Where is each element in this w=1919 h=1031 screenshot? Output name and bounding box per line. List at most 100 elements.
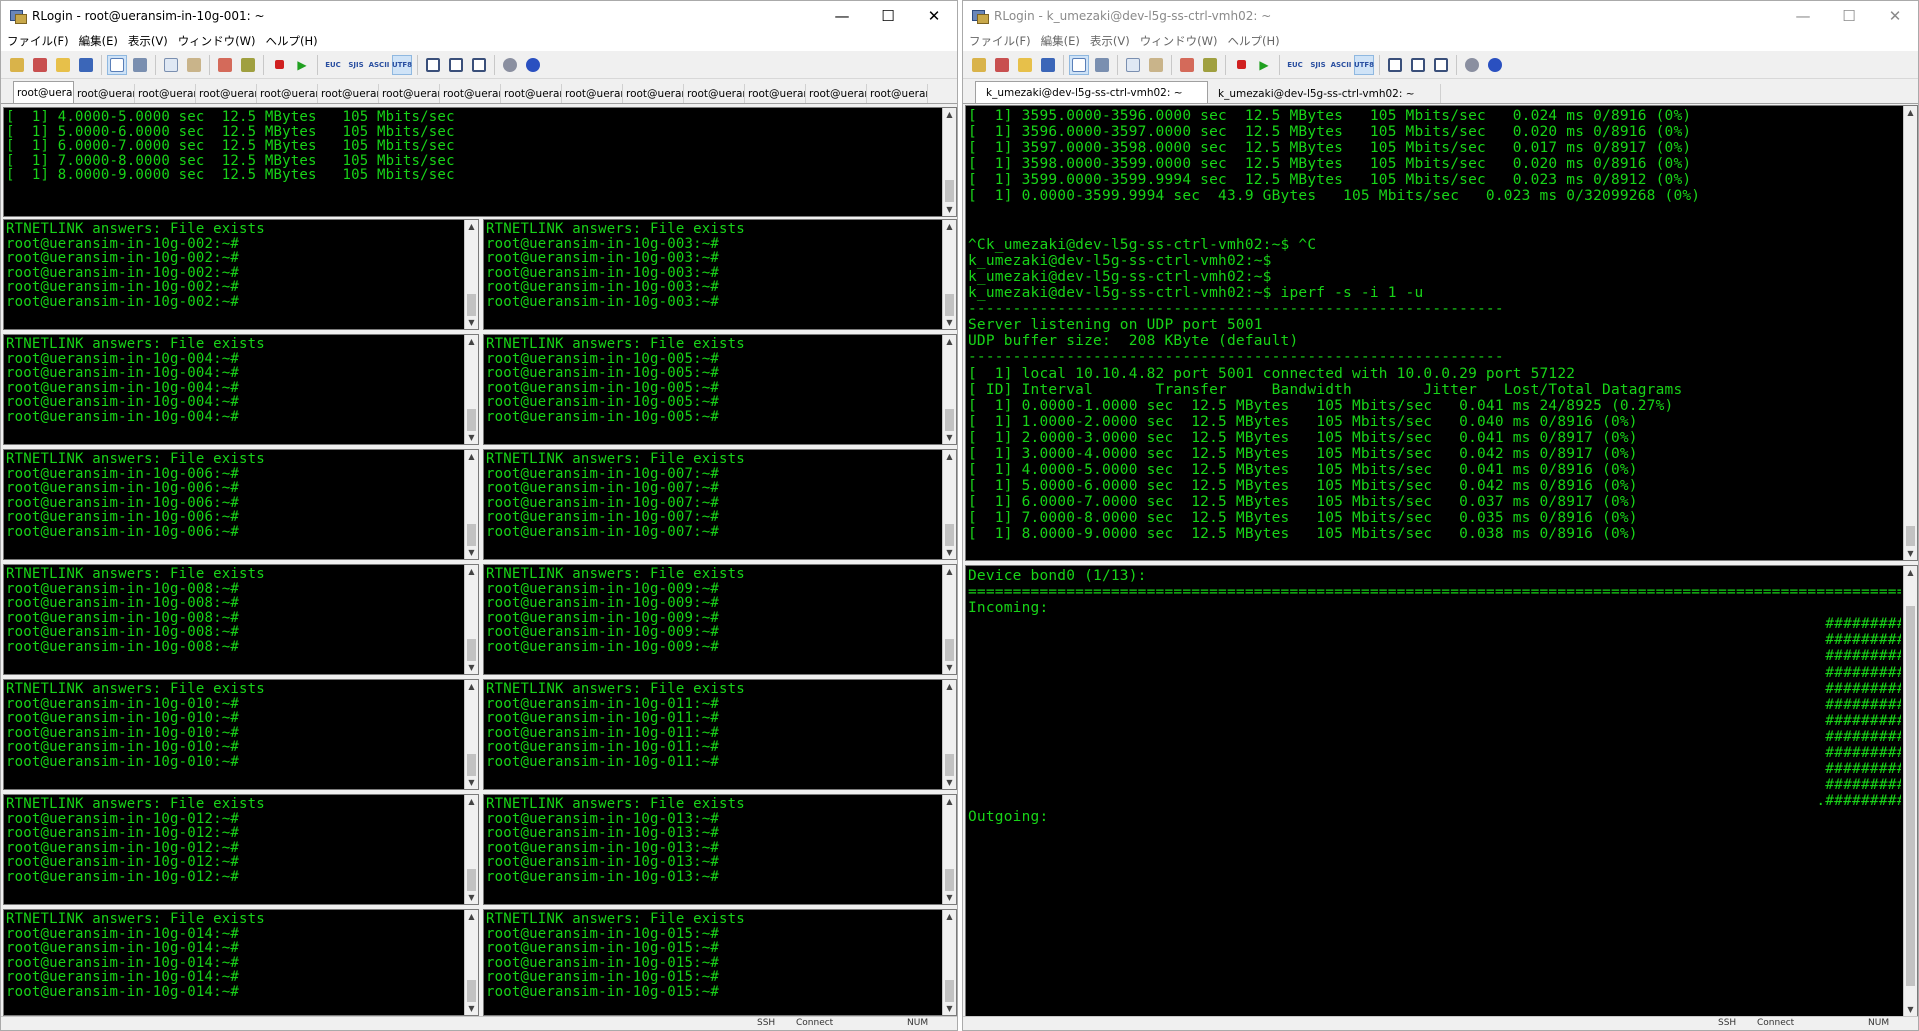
scroll-up-icon[interactable]: ▲ (943, 108, 956, 121)
terminal-pane-006[interactable]: RTNETLINK answers: File exists root@uera… (3, 449, 479, 560)
vertical-scrollbar[interactable]: ▲ ▼ (942, 220, 956, 329)
session-tab[interactable]: k_umezaki@dev-l5g-ss-ctrl-vmh02: ~ (975, 81, 1208, 103)
vertical-scrollbar[interactable]: ▲ ▼ (464, 220, 478, 329)
menu-edit[interactable]: 編集(E) (1041, 33, 1080, 49)
scroll-up-icon[interactable]: ▲ (465, 220, 478, 233)
scroll-thumb[interactable] (945, 869, 954, 891)
scroll-down-icon[interactable]: ▼ (943, 891, 956, 904)
help-icon[interactable] (523, 55, 543, 75)
scroll-down-icon[interactable]: ▼ (465, 316, 478, 329)
session-tab[interactable]: root@uerar (74, 84, 135, 103)
scroll-up-icon[interactable]: ▲ (465, 680, 478, 693)
vertical-scrollbar[interactable]: ▲ ▼ (1903, 106, 1917, 560)
scroll-up-icon[interactable]: ▲ (943, 910, 956, 923)
new-connection-icon[interactable] (7, 55, 27, 75)
vertical-scrollbar[interactable]: ▲ ▼ (464, 565, 478, 674)
scroll-thumb[interactable] (467, 524, 476, 546)
scroll-up-icon[interactable]: ▲ (465, 565, 478, 578)
terminal-pane-001[interactable]: [ 1] 4.0000-5.0000 sec 12.5 MBytes 105 M… (3, 107, 957, 217)
vertical-scrollbar[interactable]: ▲ ▼ (942, 565, 956, 674)
disconnect-icon[interactable] (1177, 55, 1197, 75)
scroll-thumb[interactable] (467, 980, 476, 1002)
session-tab[interactable]: k_umezaki@dev-l5g-ss-ctrl-vmh02: ~ (1208, 84, 1441, 103)
terminal-pane-010[interactable]: RTNETLINK answers: File exists root@uera… (3, 679, 479, 790)
stop-icon[interactable] (269, 55, 289, 75)
scroll-thumb[interactable] (1906, 606, 1915, 986)
terminal-pane-014[interactable]: RTNETLINK answers: File exists root@uera… (3, 909, 479, 1016)
reconnect-icon[interactable] (992, 55, 1012, 75)
terminal-pane-009[interactable]: RTNETLINK answers: File exists root@uera… (483, 564, 957, 675)
terminal-pane-008[interactable]: RTNETLINK answers: File exists root@uera… (3, 564, 479, 675)
save-icon[interactable] (1038, 55, 1058, 75)
vertical-scrollbar[interactable]: ▲ ▼ (464, 680, 478, 789)
scroll-thumb[interactable] (467, 294, 476, 316)
open-folder-icon[interactable] (53, 55, 73, 75)
scroll-down-icon[interactable]: ▼ (943, 546, 956, 559)
scroll-down-icon[interactable]: ▼ (465, 1002, 478, 1015)
scroll-up-icon[interactable]: ▲ (465, 795, 478, 808)
vertical-scrollbar[interactable]: ▲ ▼ (942, 795, 956, 904)
scroll-down-icon[interactable]: ▼ (465, 546, 478, 559)
scroll-down-icon[interactable]: ▼ (1904, 1003, 1917, 1016)
titlebar[interactable]: RLogin - root@ueransim-in-10g-001: ~ — ☐… (1, 1, 957, 31)
disconnect-icon[interactable] (215, 55, 235, 75)
window-layout-icon[interactable] (1385, 55, 1405, 75)
menu-window[interactable]: ウィンドウ(W) (1140, 33, 1218, 49)
menu-view[interactable]: 表示(V) (128, 33, 168, 49)
minimize-button[interactable]: — (1780, 1, 1826, 31)
session-tab[interactable]: root@uerar (318, 84, 379, 103)
scroll-down-icon[interactable]: ▼ (943, 661, 956, 674)
terminal-pane-003[interactable]: RTNETLINK answers: File exists root@uera… (483, 219, 957, 330)
session-tab[interactable]: root@ueran: (13, 81, 74, 103)
scroll-down-icon[interactable]: ▼ (465, 776, 478, 789)
vertical-scrollbar[interactable]: ▲ ▼ (1903, 566, 1917, 1016)
scroll-thumb[interactable] (467, 754, 476, 776)
session-tab[interactable]: root@uerar (501, 84, 562, 103)
vertical-scrollbar[interactable]: ▲ ▼ (942, 680, 956, 789)
terminal-pane-015[interactable]: RTNETLINK answers: File exists root@uera… (483, 909, 957, 1016)
vertical-scrollbar[interactable]: ▲ ▼ (942, 450, 956, 559)
scroll-up-icon[interactable]: ▲ (943, 795, 956, 808)
new-connection-icon[interactable] (969, 55, 989, 75)
terminal-pane-004[interactable]: RTNETLINK answers: File exists root@uera… (3, 334, 479, 445)
menu-file[interactable]: ファイル(F) (7, 33, 69, 49)
titlebar[interactable]: RLogin - k_umezaki@dev-l5g-ss-ctrl-vmh02… (963, 1, 1918, 31)
scroll-thumb[interactable] (945, 180, 954, 202)
scroll-up-icon[interactable]: ▲ (1904, 106, 1917, 119)
tools-icon[interactable] (1200, 55, 1220, 75)
reconnect-icon[interactable] (30, 55, 50, 75)
tile-pane-icon[interactable] (1431, 55, 1451, 75)
scroll-thumb[interactable] (945, 294, 954, 316)
scroll-thumb[interactable] (1906, 526, 1915, 546)
ascii-button[interactable]: ASCII (1331, 55, 1352, 75)
help-icon[interactable] (1485, 55, 1505, 75)
scroll-down-icon[interactable]: ▼ (943, 431, 956, 444)
menu-view[interactable]: 表示(V) (1090, 33, 1130, 49)
ascii-button[interactable]: ASCII (369, 55, 390, 75)
scroll-down-icon[interactable]: ▼ (943, 776, 956, 789)
menu-file[interactable]: ファイル(F) (969, 33, 1031, 49)
scroll-thumb[interactable] (467, 869, 476, 891)
euc-button[interactable]: EUC (323, 55, 343, 75)
scroll-thumb[interactable] (945, 524, 954, 546)
vertical-scrollbar[interactable]: ▲ ▼ (942, 910, 956, 1015)
nload-terminal-pane[interactable]: Device bond0 (1/13): ===================… (965, 565, 1918, 1017)
terminal-pane-005[interactable]: RTNETLINK answers: File exists root@uera… (483, 334, 957, 445)
session-tab[interactable]: root@uerar (257, 84, 318, 103)
euc-button[interactable]: EUC (1285, 55, 1305, 75)
window-layout-icon[interactable] (423, 55, 443, 75)
save-icon[interactable] (76, 55, 96, 75)
scroll-up-icon[interactable]: ▲ (943, 220, 956, 233)
scroll-down-icon[interactable]: ▼ (465, 431, 478, 444)
scroll-up-icon[interactable]: ▲ (465, 910, 478, 923)
menu-help[interactable]: ヘルプ(H) (1228, 33, 1280, 49)
session-tab[interactable]: root@uerar (684, 84, 745, 103)
vertical-scrollbar[interactable]: ▲ ▼ (464, 795, 478, 904)
scroll-thumb[interactable] (945, 639, 954, 661)
open-folder-icon[interactable] (1015, 55, 1035, 75)
paste-icon[interactable] (1146, 55, 1166, 75)
scroll-down-icon[interactable]: ▼ (465, 891, 478, 904)
scroll-down-icon[interactable]: ▼ (465, 661, 478, 674)
scroll-up-icon[interactable]: ▲ (943, 565, 956, 578)
vertical-scrollbar[interactable]: ▲ ▼ (464, 910, 478, 1015)
